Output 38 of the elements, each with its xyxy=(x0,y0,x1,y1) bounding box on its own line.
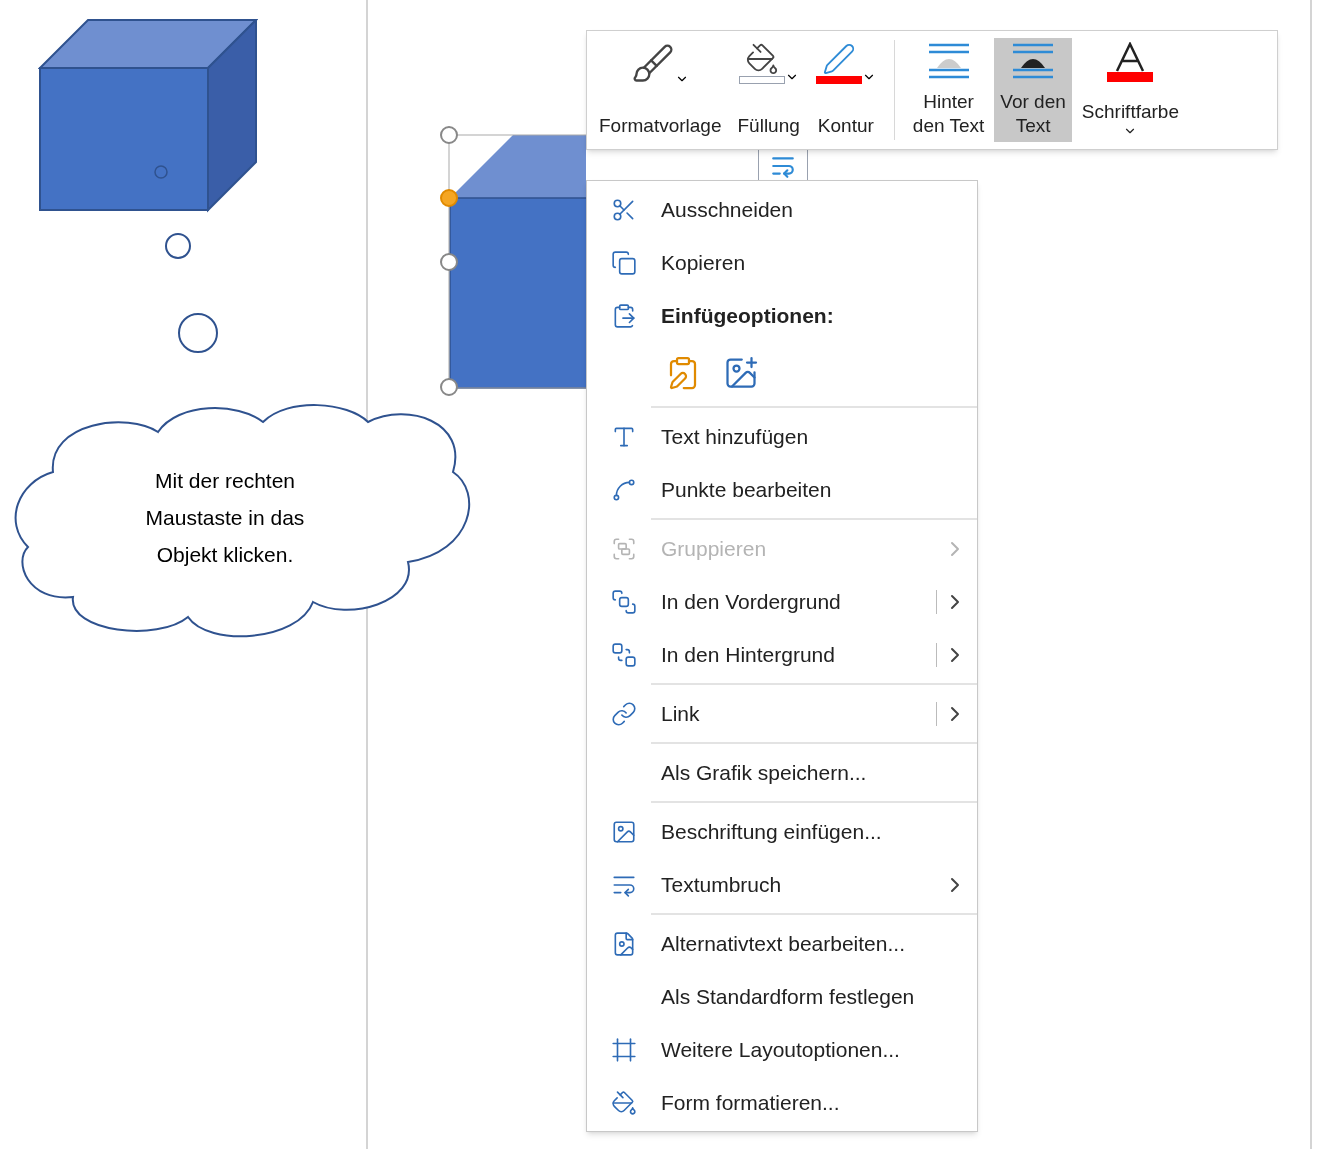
menu-item[interactable]: Alternativtext bearbeiten... xyxy=(587,917,977,970)
menu-item[interactable]: Ausschneiden xyxy=(587,183,977,236)
menu-item[interactable]: Textumbruch xyxy=(587,858,977,911)
menu-item[interactable]: Als Grafik speichern... xyxy=(587,746,977,799)
toolbar-button[interactable]: Hinter den Text xyxy=(906,38,991,142)
link-icon xyxy=(611,700,637,727)
pen-icon xyxy=(821,42,856,76)
callout-text: Mit der rechten Maustaste in das Objekt klicken. xyxy=(144,468,306,568)
layout-frame-icon xyxy=(611,1036,637,1063)
menu-item[interactable]: Weitere Layoutoptionen... xyxy=(587,1023,977,1076)
wrap-behind-icon xyxy=(926,42,971,80)
picture-paste-icon xyxy=(723,355,759,391)
menu-item[interactable]: Beschriftung einfügen... xyxy=(587,805,977,858)
group-icon xyxy=(611,535,637,562)
paint-bucket-icon xyxy=(744,42,779,76)
menu-item[interactable]: Text hinzufügen xyxy=(587,410,977,463)
paint-bucket-icon xyxy=(611,1089,637,1116)
picture-icon xyxy=(611,818,637,845)
toolbar-button[interactable]: Kontur xyxy=(809,38,882,142)
menu-item[interactable]: In den Hintergrund xyxy=(587,628,977,681)
send-to-back-icon xyxy=(611,641,637,668)
thought-bubble xyxy=(164,232,192,260)
toolbar-button[interactable]: Füllung xyxy=(731,38,806,142)
menu-item[interactable]: Link xyxy=(587,687,977,740)
toolbar-button[interactable]: Vor den Text xyxy=(994,38,1072,142)
wrap-front-icon xyxy=(1011,42,1056,80)
menu-item[interactable]: Form formatieren... xyxy=(587,1076,977,1129)
toolbar-button[interactable]: Schriftfarbe xyxy=(1075,38,1185,142)
thought-bubble xyxy=(176,311,220,355)
toolbar-button[interactable]: Formatvorlage xyxy=(593,38,728,142)
edit-points-icon xyxy=(611,476,637,503)
bring-to-front-icon xyxy=(611,588,637,615)
menu-item[interactable]: In den Vordergrund xyxy=(587,575,977,628)
copy-icon xyxy=(611,249,637,276)
menu-item[interactable]: Punkte bearbeiten xyxy=(587,463,977,516)
menu-item[interactable]: Als Standardform festlegen xyxy=(587,970,977,1023)
menu-item[interactable]: Kopieren xyxy=(587,236,977,289)
menu-section-header: Einfügeoptionen: xyxy=(661,302,834,329)
